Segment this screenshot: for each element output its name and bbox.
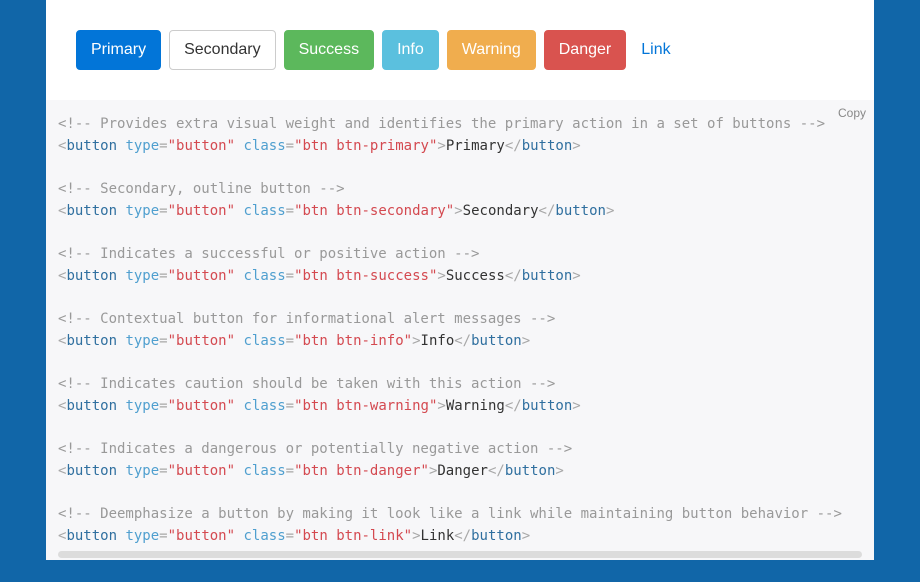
code-line-primary: <button type="button" class="btn btn-pri… bbox=[58, 138, 581, 154]
code-comment-warning: <!-- Indicates caution should be taken w… bbox=[58, 376, 555, 392]
code-pre: <!-- Provides extra visual weight and id… bbox=[58, 114, 862, 548]
warning-button[interactable]: Warning bbox=[447, 30, 536, 70]
code-comment-primary: <!-- Provides extra visual weight and id… bbox=[58, 116, 825, 132]
code-line-info: <button type="button" class="btn btn-inf… bbox=[58, 333, 530, 349]
primary-button[interactable]: Primary bbox=[76, 30, 161, 70]
secondary-button[interactable]: Secondary bbox=[169, 30, 276, 70]
danger-button[interactable]: Danger bbox=[544, 30, 626, 70]
horizontal-scrollbar[interactable] bbox=[58, 551, 862, 558]
code-line-success: <button type="button" class="btn btn-suc… bbox=[58, 268, 581, 284]
button-preview-row: Primary Secondary Success Info Warning D… bbox=[46, 0, 874, 100]
code-line-secondary: <button type="button" class="btn btn-sec… bbox=[58, 203, 614, 219]
code-line-link: <button type="button" class="btn btn-lin… bbox=[58, 528, 530, 544]
copy-button[interactable]: Copy bbox=[838, 104, 866, 123]
link-button[interactable]: Link bbox=[634, 30, 677, 70]
code-comment-secondary: <!-- Secondary, outline button --> bbox=[58, 181, 345, 197]
code-comment-link: <!-- Deemphasize a button by making it l… bbox=[58, 506, 842, 522]
code-example: Copy <!-- Provides extra visual weight a… bbox=[46, 100, 874, 560]
code-comment-danger: <!-- Indicates a dangerous or potentiall… bbox=[58, 441, 572, 457]
success-button[interactable]: Success bbox=[284, 30, 374, 70]
code-line-danger: <button type="button" class="btn btn-dan… bbox=[58, 463, 564, 479]
code-comment-success: <!-- Indicates a successful or positive … bbox=[58, 246, 479, 262]
code-line-warning: <button type="button" class="btn btn-war… bbox=[58, 398, 581, 414]
doc-sheet: Primary Secondary Success Info Warning D… bbox=[46, 0, 874, 560]
info-button[interactable]: Info bbox=[382, 30, 439, 70]
code-comment-info: <!-- Contextual button for informational… bbox=[58, 311, 555, 327]
